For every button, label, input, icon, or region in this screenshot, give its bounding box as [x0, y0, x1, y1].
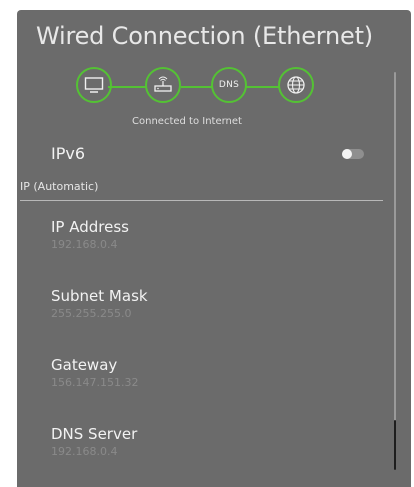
chain-connector	[246, 86, 279, 88]
dns-server-value: 192.168.0.4	[51, 445, 118, 458]
ipv6-toggle[interactable]	[342, 149, 364, 159]
gateway-item[interactable]: Gateway 156.147.151.32	[51, 356, 351, 390]
gateway-label: Gateway	[51, 356, 118, 374]
connection-status-text: Connected to Internet	[132, 116, 242, 127]
dns-node: DNS	[211, 67, 247, 103]
panel-title: Wired Connection (Ethernet)	[36, 22, 373, 50]
router-icon	[154, 76, 172, 92]
gateway-value: 156.147.151.32	[51, 376, 139, 389]
ip-section-header: IP (Automatic)	[20, 180, 99, 193]
connection-status-chain: DNS	[72, 65, 322, 109]
chain-connector	[181, 86, 212, 88]
ip-address-value: 192.168.0.4	[51, 238, 118, 251]
subnet-mask-label: Subnet Mask	[51, 287, 148, 305]
subnet-mask-item[interactable]: Subnet Mask 255.255.255.0	[51, 287, 351, 321]
dns-server-item[interactable]: DNS Server 192.168.0.4	[51, 425, 351, 459]
router-node	[145, 67, 181, 103]
ip-address-label: IP Address	[51, 218, 129, 236]
scrollbar-track[interactable]	[394, 72, 396, 470]
dns-node-label: DNS	[218, 80, 240, 90]
ipv6-row[interactable]: IPv6	[51, 141, 364, 169]
monitor-icon	[84, 77, 104, 93]
subnet-mask-value: 255.255.255.0	[51, 307, 132, 320]
globe-icon	[287, 76, 305, 94]
ipv6-label: IPv6	[51, 144, 86, 163]
ip-address-item[interactable]: IP Address 192.168.0.4	[51, 218, 351, 252]
toggle-knob	[342, 149, 352, 159]
dns-server-label: DNS Server	[51, 425, 138, 443]
internet-node	[278, 67, 314, 103]
monitor-node	[76, 67, 112, 103]
chain-connector	[108, 86, 147, 88]
scrollbar-thumb[interactable]	[394, 420, 396, 470]
wired-connection-panel: Wired Connection (Ethernet) DNS Connecte…	[17, 10, 411, 487]
section-divider	[20, 200, 383, 201]
